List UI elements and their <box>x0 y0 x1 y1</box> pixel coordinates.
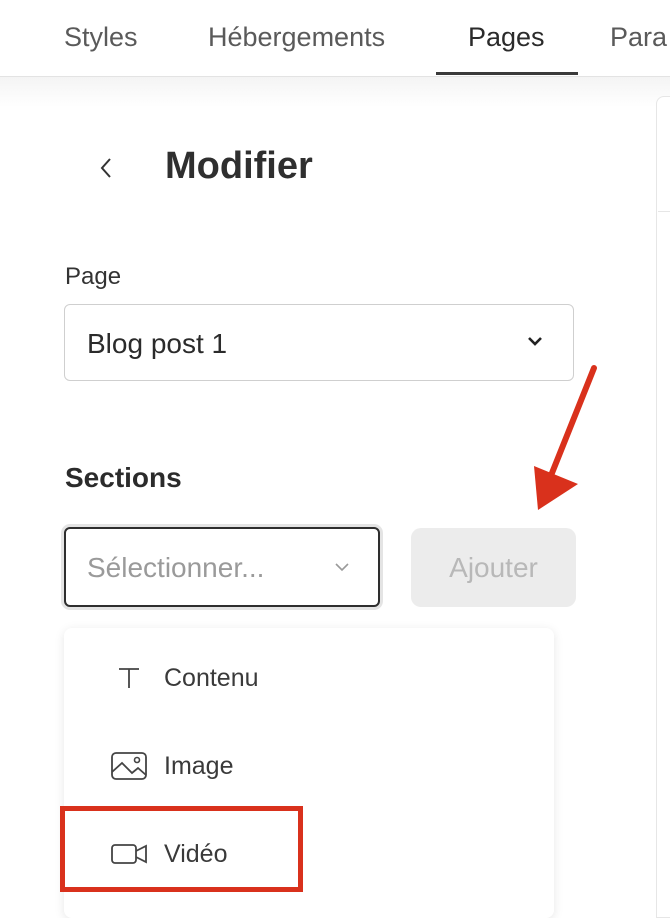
section-select-placeholder: Sélectionner... <box>87 552 265 583</box>
section-type-select[interactable]: Sélectionner... <box>64 527 380 607</box>
page-select-value: Blog post 1 <box>87 328 228 359</box>
active-tab-indicator <box>436 72 578 75</box>
sections-label: Sections <box>65 462 182 493</box>
preview-pane <box>656 96 670 918</box>
page-title: Modifier <box>165 145 313 187</box>
tab-pages[interactable]: Pages <box>468 22 545 53</box>
image-icon <box>110 750 148 782</box>
chevron-down-icon <box>528 337 542 346</box>
annotation-highlight-box <box>60 806 303 892</box>
preview-divider <box>658 211 670 212</box>
menu-item-label: Image <box>164 752 234 780</box>
add-section-button[interactable]: Ajouter <box>411 528 576 607</box>
tab-styles[interactable]: Styles <box>64 22 138 53</box>
chevron-down-icon <box>335 563 349 572</box>
back-button[interactable] <box>92 152 120 184</box>
page-field-label: Page <box>65 263 122 290</box>
chevron-left-icon <box>100 158 111 178</box>
annotation-arrow-icon <box>534 365 597 510</box>
menu-item-label: Contenu <box>164 664 259 692</box>
menu-item-contenu[interactable]: Contenu <box>64 638 554 718</box>
tab-parametres[interactable]: Para <box>610 22 667 53</box>
page-select[interactable]: Blog post 1 <box>64 304 574 381</box>
text-icon <box>110 662 148 694</box>
menu-item-image[interactable]: Image <box>64 726 554 806</box>
top-tab-bar: Styles Hébergements Pages Para <box>0 0 670 77</box>
tab-hebergements[interactable]: Hébergements <box>208 22 385 53</box>
